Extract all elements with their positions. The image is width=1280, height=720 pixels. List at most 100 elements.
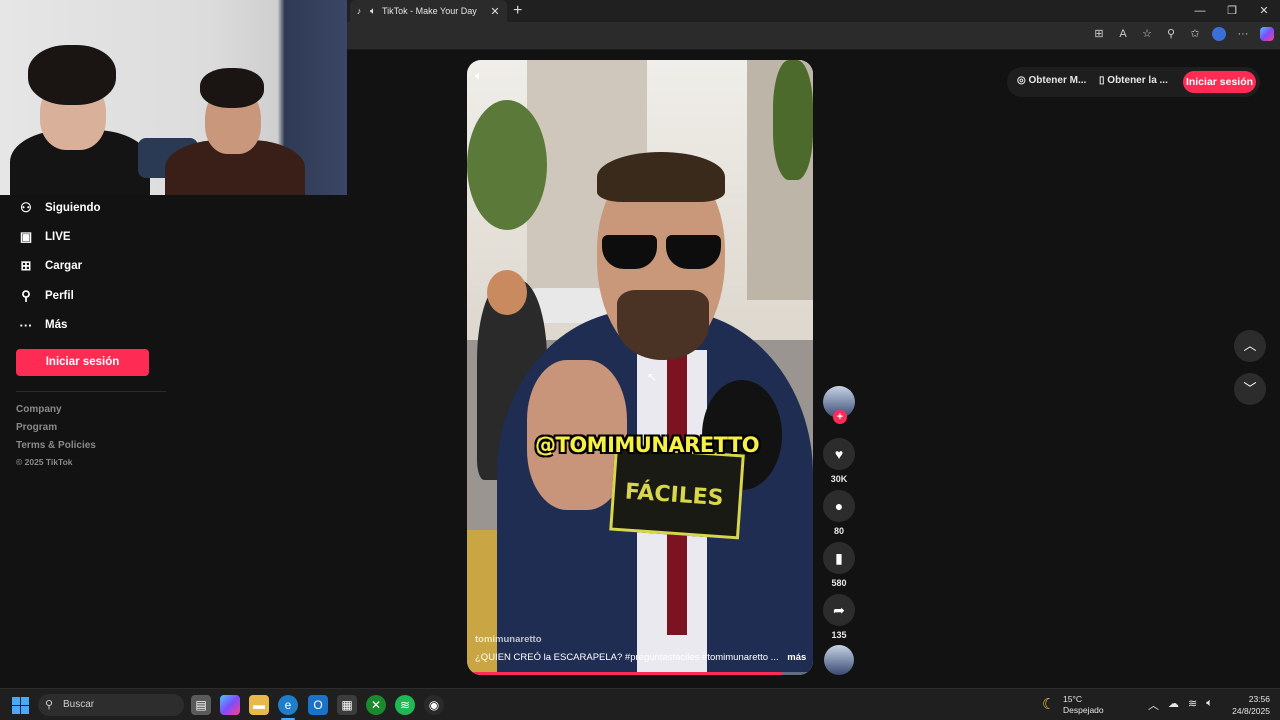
moon-icon: ☾: [1042, 696, 1056, 713]
like-action[interactable]: ♥ 30K: [823, 438, 855, 484]
browser-tab[interactable]: ♪ 🔈︎ TikTok - Make Your Day ✕: [350, 0, 507, 22]
cube-text: FÁCILES: [624, 479, 725, 512]
sidebar-item-live[interactable]: ▣ LIVE: [16, 226, 71, 248]
store-icon[interactable]: ▦: [337, 695, 357, 715]
volume-icon[interactable]: 🔈︎: [475, 68, 483, 84]
previous-video-button[interactable]: ︿: [1234, 330, 1266, 362]
get-mobile-app-link[interactable]: ▯ Obtener la ...: [1099, 75, 1168, 86]
restore-button[interactable]: ❐: [1216, 0, 1248, 22]
follow-plus-icon[interactable]: +: [833, 410, 847, 424]
xbox-icon[interactable]: ✕: [366, 695, 386, 715]
address-bar: ⊞ A ☆ ⚲ ✩ ···: [347, 22, 1280, 50]
system-tray: ︿ ☁ ≋ 🔈︎: [1148, 697, 1213, 713]
close-window-button[interactable]: ✕: [1248, 0, 1280, 22]
caption-more-link[interactable]: más: [787, 652, 806, 663]
weather-desc: Despejado: [1063, 705, 1104, 715]
get-app-label: Obtener M...: [1028, 75, 1087, 86]
volume-icon[interactable]: 🔈︎: [1206, 697, 1213, 713]
screen: ♪ 🔈︎ TikTok - Make Your Day ✕ + — ❐ ✕ ⊞ …: [0, 0, 1280, 720]
comment-count: 80: [833, 526, 844, 536]
taskbar-search[interactable]: ⚲ Buscar: [38, 694, 184, 716]
comment-icon[interactable]: ●: [823, 490, 855, 522]
extensions-icon[interactable]: ⚲: [1164, 27, 1178, 41]
edge-browser-icon[interactable]: e: [278, 695, 298, 715]
save-action[interactable]: ▮ 580: [823, 542, 855, 588]
sidebar-item-siguiendo[interactable]: ⚇ Siguiendo: [16, 197, 101, 219]
weather-temp: 15°C: [1063, 694, 1082, 704]
get-app-link[interactable]: ◎ Obtener M...: [1017, 75, 1086, 86]
chevron-up-icon[interactable]: ︿: [1148, 697, 1159, 713]
footer-link-program[interactable]: Program: [16, 422, 57, 433]
sidebar-item-perfil[interactable]: ⚲ Perfil: [16, 285, 74, 307]
close-tab-icon[interactable]: ✕: [489, 5, 501, 18]
person-left-hair: [28, 45, 116, 105]
profile-avatar-icon[interactable]: [1212, 27, 1226, 41]
mic-cube: FÁCILES: [609, 445, 745, 540]
action-column: + ♥ 30K ● 80 ▮ 580 ➦ 135: [822, 386, 856, 640]
speaker-icon[interactable]: 🔈︎: [370, 6, 376, 17]
more-menu-icon[interactable]: ···: [1236, 27, 1250, 41]
user-follow-icon: ⚇: [20, 200, 32, 215]
person-right-hair: [200, 68, 264, 108]
copilot-icon[interactable]: [1260, 27, 1274, 41]
clock-date: 24/8/2025: [1232, 706, 1270, 716]
outlook-icon[interactable]: O: [308, 695, 328, 715]
file-explorer-icon[interactable]: ▬: [249, 695, 269, 715]
obs-icon[interactable]: ◉: [424, 695, 444, 715]
windows-taskbar: ⚲ Buscar ▤ ▬ e O ▦ ✕ ≋ ◉ ☾ 15°C Despejad…: [0, 688, 1280, 720]
favorites-icon[interactable]: ✩: [1188, 27, 1202, 41]
copyright: © 2025 TikTok: [16, 457, 73, 467]
video-progress-bar[interactable]: [467, 672, 813, 675]
man-beard: [617, 290, 709, 360]
next-video-button[interactable]: ﹀: [1234, 373, 1266, 405]
wifi-icon[interactable]: ≋: [1188, 697, 1197, 713]
task-view-icon[interactable]: ▤: [191, 695, 211, 715]
upload-plus-icon: ⊞: [20, 258, 32, 273]
footer-link-terms[interactable]: Terms & Policies: [16, 440, 96, 451]
footer-link-company[interactable]: Company: [16, 404, 62, 415]
sidebar-item-cargar[interactable]: ⊞ Cargar: [16, 255, 83, 277]
app-available-icon[interactable]: ⊞: [1092, 27, 1106, 41]
video-player[interactable]: FÁCILES @TOMIMUNARETTO 🔈︎ ↖ tomimunarett…: [467, 60, 813, 675]
onedrive-cloud-icon[interactable]: ☁: [1168, 697, 1179, 713]
tiktok-sidebar: ⚇ Siguiendo ▣ LIVE ⊞ Cargar ⚲ Perfil ···…: [0, 195, 170, 685]
header-login-button[interactable]: Iniciar sesión: [1183, 71, 1256, 93]
sidebar-item-label: Siguiendo: [45, 202, 101, 214]
comment-action[interactable]: ● 80: [823, 490, 855, 536]
system-clock[interactable]: 23:56 24/8/2025: [1232, 693, 1270, 717]
heart-icon[interactable]: ♥: [823, 438, 855, 470]
share-arrow-icon[interactable]: ➦: [823, 594, 855, 626]
mouse-cursor-icon: ↖: [647, 370, 658, 384]
share-action[interactable]: ➦ 135: [823, 594, 855, 640]
toolbar-icons: ⊞ A ☆ ⚲ ✩ ···: [1092, 27, 1274, 41]
sidebar-item-label: LIVE: [45, 231, 71, 243]
search-icon: ⚲: [45, 699, 54, 711]
tree: [467, 100, 547, 230]
favorite-star-icon[interactable]: ☆: [1140, 27, 1154, 41]
creator-avatar[interactable]: +: [823, 386, 855, 424]
spotify-icon[interactable]: ≋: [395, 695, 415, 715]
top-right-bar: ◎ Obtener M... ▯ Obtener la ... Iniciar …: [1007, 67, 1260, 97]
windows-start-icon[interactable]: [12, 697, 29, 714]
more-dots-icon: ···: [19, 317, 33, 333]
bookmark-icon[interactable]: ▮: [823, 542, 855, 574]
new-tab-button[interactable]: +: [513, 2, 522, 20]
url-field[interactable]: [353, 26, 1073, 46]
minimize-button[interactable]: —: [1184, 0, 1216, 22]
sound-avatar[interactable]: [824, 645, 854, 675]
copilot-app-icon[interactable]: [220, 695, 240, 715]
chevron-down-icon: ﹀: [1243, 381, 1257, 396]
tab-title: TikTok - Make Your Day: [382, 6, 477, 16]
sidebar-item-mas[interactable]: ··· Más: [16, 314, 68, 336]
video-caption: ¿QUIEN CREÓ la ESCARAPELA? #preguntasfác…: [475, 652, 806, 663]
video-overlay-tag: @TOMIMUNARETTO: [535, 433, 760, 457]
profile-icon: ⚲: [21, 288, 31, 303]
window-controls: — ❐ ✕: [1184, 0, 1280, 22]
tiktok-icon: ♪: [356, 6, 362, 16]
caption-text: ¿QUIEN CREÓ la ESCARAPELA? #preguntasfác…: [475, 652, 779, 663]
video-author[interactable]: tomimunaretto: [475, 634, 542, 645]
sunglasses: [602, 235, 722, 271]
sidebar-login-button[interactable]: Iniciar sesión: [16, 349, 149, 376]
read-aloud-icon[interactable]: A: [1116, 27, 1130, 41]
coin-icon: ◎: [1017, 75, 1026, 86]
